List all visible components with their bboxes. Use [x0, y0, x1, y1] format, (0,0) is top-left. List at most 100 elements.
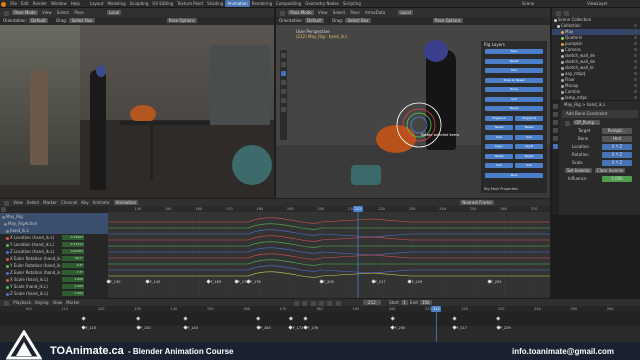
channel-value-field[interactable]: 1.000 [62, 277, 84, 282]
fcurve[interactable] [108, 247, 550, 256]
menu-item-edit[interactable]: Edit [19, 0, 31, 7]
marker-label[interactable]: F_130 [140, 326, 150, 330]
pose-options-dropdown[interactable]: Pose Options [166, 18, 197, 23]
visibility-eye-icon[interactable] [634, 36, 637, 39]
snap-dropdown[interactable]: Nearest Frame [460, 200, 494, 205]
transform-dropdown[interactable]: Local [106, 10, 122, 15]
menu-item-uv-editing[interactable]: UV Editing [150, 0, 175, 7]
menu-item-shading[interactable]: Shading [205, 0, 225, 7]
rig-layer-button[interactable]: Sub [515, 134, 543, 140]
target-field[interactable]: Pumpki... [602, 128, 632, 134]
annotate-tool-icon[interactable] [281, 98, 286, 103]
end-frame-field[interactable]: 356 [419, 300, 432, 305]
channel-value-field[interactable]: -0.19902 [62, 235, 84, 240]
visibility-eye-icon[interactable] [634, 84, 637, 87]
select-menu[interactable]: Select [55, 9, 71, 16]
channel-row[interactable]: Influence (hand_ik.L)1.000 [0, 297, 108, 298]
marker-label[interactable]: F_200 [395, 326, 405, 330]
bone-tab-icon[interactable] [553, 136, 558, 141]
channel-row[interactable]: X Scale (hand_ik.L) 1.000 [0, 276, 108, 283]
channel-value-field[interactable]: -0.17912 [62, 242, 84, 247]
location-xyz[interactable]: X Y Z [602, 144, 632, 150]
constraint-name-field[interactable]: OP_Pump... [573, 120, 600, 125]
rig-layer-button[interactable]: Root [485, 172, 543, 178]
fcurve[interactable] [108, 271, 550, 278]
menu-item-window[interactable]: Window [49, 0, 69, 7]
channel-value-field[interactable]: 98.7° [62, 256, 84, 261]
editor-type-icon[interactable] [4, 10, 9, 16]
graph-mode-dropdown[interactable]: Animation [113, 200, 139, 205]
move-tool-icon[interactable] [281, 62, 286, 67]
menu-item-geometry-nodes[interactable]: Geometry Nodes [303, 0, 341, 7]
marker-label[interactable]: F_130 [110, 280, 120, 284]
search-icon[interactable] [1, 206, 6, 212]
output-tab-icon[interactable] [553, 120, 558, 125]
channel-row[interactable]: May_RigAction [0, 220, 108, 227]
play-reverse-icon[interactable] [310, 300, 316, 306]
fcurve[interactable] [108, 265, 550, 274]
graph-menu-key[interactable]: Key [79, 199, 90, 206]
channel-row[interactable]: Z Scale (hand_ik.L) 1.000 [0, 290, 108, 297]
graph-menu-view[interactable]: View [11, 199, 25, 206]
fcurve[interactable] [108, 253, 550, 260]
transform-dropdown[interactable]: Local [398, 10, 413, 15]
render-tab-icon[interactable] [553, 112, 558, 117]
fcurve[interactable] [108, 217, 550, 224]
visibility-eye-icon[interactable] [634, 66, 637, 69]
channel-row[interactable]: Y Euler Rotation (hand_ik.L) -5.6° [0, 262, 108, 269]
marker-label[interactable]: F_229 [412, 280, 422, 284]
editor-type-icon[interactable] [4, 200, 9, 206]
rig-layer-button[interactable]: Leg.L [485, 144, 513, 149]
rotate-tool-icon[interactable] [281, 71, 286, 76]
drag-dropdown[interactable]: Select Box [345, 18, 371, 23]
channel-row[interactable]: X Euler Rotation (hand_ik.L) 98.7° [0, 255, 108, 262]
chevron-down-icon[interactable] [565, 120, 570, 126]
marker-label[interactable]: F_143 [150, 280, 160, 284]
select-tool-icon[interactable] [281, 53, 286, 58]
pose-menu[interactable]: Pose [348, 9, 361, 16]
visibility-eye-icon[interactable] [634, 24, 637, 27]
play-icon[interactable] [319, 300, 325, 306]
menu-item-layout[interactable]: Layout [88, 0, 106, 7]
menu-item-render[interactable]: Render [31, 0, 49, 7]
rig-layer-button[interactable]: Tweak [515, 153, 543, 159]
menu-item-help[interactable]: Help [69, 0, 82, 7]
marker-label[interactable]: F_200 [323, 280, 333, 284]
editor-type-icon[interactable] [280, 10, 285, 16]
bone-constraint-tab-icon[interactable] [553, 144, 558, 149]
rig-main-properties[interactable]: Rig Main Properties [484, 187, 518, 191]
add-bone-constraint-button[interactable]: Add Bone Constraint [562, 110, 638, 118]
fcurve[interactable] [108, 241, 550, 248]
tool-tab-icon[interactable] [553, 104, 558, 109]
visibility-eye-icon[interactable] [634, 48, 637, 51]
marker-label[interactable]: F_163 [260, 326, 270, 330]
rig-layer-button[interactable]: Sub [515, 163, 543, 168]
influence-field[interactable]: 1.000 [602, 176, 632, 182]
mode-dropdown[interactable]: Pose Mode [12, 10, 38, 15]
scale-tool-icon[interactable] [281, 80, 286, 85]
rig-layer-button[interactable]: Torso & Tweak [485, 77, 543, 83]
graph-menu-animate[interactable]: Animate [91, 199, 112, 206]
jump-end-icon[interactable] [335, 300, 341, 306]
channel-value-field[interactable]: 1.000 [62, 291, 84, 296]
marker-label[interactable]: F_163 [211, 280, 221, 284]
marker-label[interactable]: F_229 [500, 326, 510, 330]
channel-row[interactable]: Y Location (hand_ik.L) -0.17912 [0, 241, 108, 248]
editor-type-icon[interactable] [4, 300, 9, 306]
fcurve[interactable] [108, 259, 550, 266]
menu-item-modeling[interactable]: Modeling [106, 0, 128, 7]
fcurve[interactable] [108, 235, 550, 242]
marker-label[interactable]: F_115 [86, 326, 96, 330]
select-menu[interactable]: Select [331, 9, 347, 16]
blender-logo-icon[interactable] [1, 1, 6, 7]
rig-layer-button[interactable]: Tweak [485, 58, 543, 64]
mode-dropdown[interactable]: Pose Mode [288, 10, 314, 15]
view-menu[interactable]: View [40, 9, 54, 16]
channel-row[interactable]: May_Rig [0, 213, 108, 220]
channel-value-field[interactable]: 7.5° [62, 270, 84, 275]
fcurve[interactable] [108, 229, 550, 238]
next-key-icon[interactable] [327, 300, 333, 306]
graph-menu-marker[interactable]: Marker [41, 199, 59, 206]
timeline-menu-keying[interactable]: Keying [33, 299, 50, 306]
filter-icon[interactable] [564, 10, 570, 16]
